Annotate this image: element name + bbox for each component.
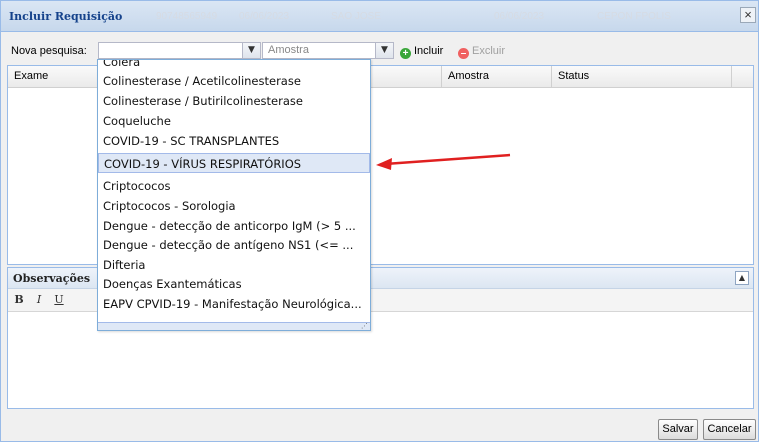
include-label: Incluir	[414, 45, 444, 57]
sample-placeholder: Amostra	[268, 44, 309, 56]
ghost-header-text: SAO JOSE	[331, 11, 382, 22]
list-item[interactable]: Difteria	[98, 255, 370, 275]
exclude-button[interactable]: – Excluir	[458, 45, 505, 59]
save-button[interactable]: Salvar	[658, 419, 698, 440]
list-item-selected[interactable]: COVID-19 - VÍRUS RESPIRATÓRIOS	[98, 153, 370, 173]
list-item[interactable]: Coqueluche	[98, 111, 370, 131]
chevron-down-icon[interactable]: ▼	[375, 43, 393, 58]
italic-button[interactable]: I	[32, 293, 46, 306]
collapse-icon[interactable]: ▲	[735, 271, 749, 285]
cancel-button[interactable]: Cancelar	[703, 419, 756, 440]
list-item[interactable]: Colinesterase / Butirilcolinesterase	[98, 91, 370, 111]
ghost-header-text: 06/06/2023	[239, 11, 290, 22]
sample-combo[interactable]: Amostra ▼	[262, 42, 394, 59]
ghost-header-text: CEPON FPOLIS	[597, 11, 671, 22]
list-item[interactable]: COVID-19 - SC TRANSPLANTES	[98, 131, 370, 151]
window-title: Incluir Requisição	[9, 10, 123, 23]
list-item[interactable]: Dengue - detecção de anticorpo IgM (> 5 …	[98, 216, 370, 236]
list-item[interactable]: EAPV CPVID-19 - Manifestação Neurológica…	[98, 294, 370, 314]
list-item[interactable]: Criptococos	[98, 176, 370, 196]
underline-button[interactable]: U	[52, 293, 66, 306]
plus-icon: +	[400, 48, 411, 59]
title-bar: Incluir Requisição 90748565949 06/06/202…	[1, 1, 758, 32]
chevron-down-icon[interactable]: ▼	[242, 43, 260, 58]
minus-icon: –	[458, 48, 469, 59]
ghost-header-text: 90748565949	[156, 11, 218, 22]
search-label: Nova pesquisa:	[11, 45, 87, 57]
include-button[interactable]: + Incluir	[400, 45, 443, 59]
exclude-label: Excluir	[472, 45, 506, 57]
list-item[interactable]: Criptococos - Sorologia	[98, 196, 370, 216]
close-icon[interactable]: ×	[740, 7, 756, 23]
bold-button[interactable]: B	[12, 293, 26, 306]
exam-dropdown-list: Cólera Colinesterase / Acetilcolinestera…	[97, 59, 371, 331]
resize-grip-icon[interactable]: ⋰	[361, 323, 368, 330]
column-status[interactable]: Status	[552, 66, 732, 87]
column-amostra[interactable]: Amostra	[442, 66, 552, 87]
incluir-requisicao-window: Incluir Requisição 90748565949 06/06/202…	[0, 0, 759, 442]
search-combo[interactable]: ▼	[98, 42, 261, 59]
dropdown-resize-handle[interactable]: ⋰	[98, 322, 370, 330]
list-item[interactable]: Doenças Exantemáticas	[98, 274, 370, 294]
list-item[interactable]: Colinesterase / Acetilcolinesterase	[98, 71, 370, 91]
ghost-header-text: 06/06/2023	[494, 11, 545, 22]
list-item[interactable]: Dengue - detecção de antígeno NS1 (<= ..…	[98, 235, 370, 255]
observacoes-title: Observações	[13, 272, 91, 285]
